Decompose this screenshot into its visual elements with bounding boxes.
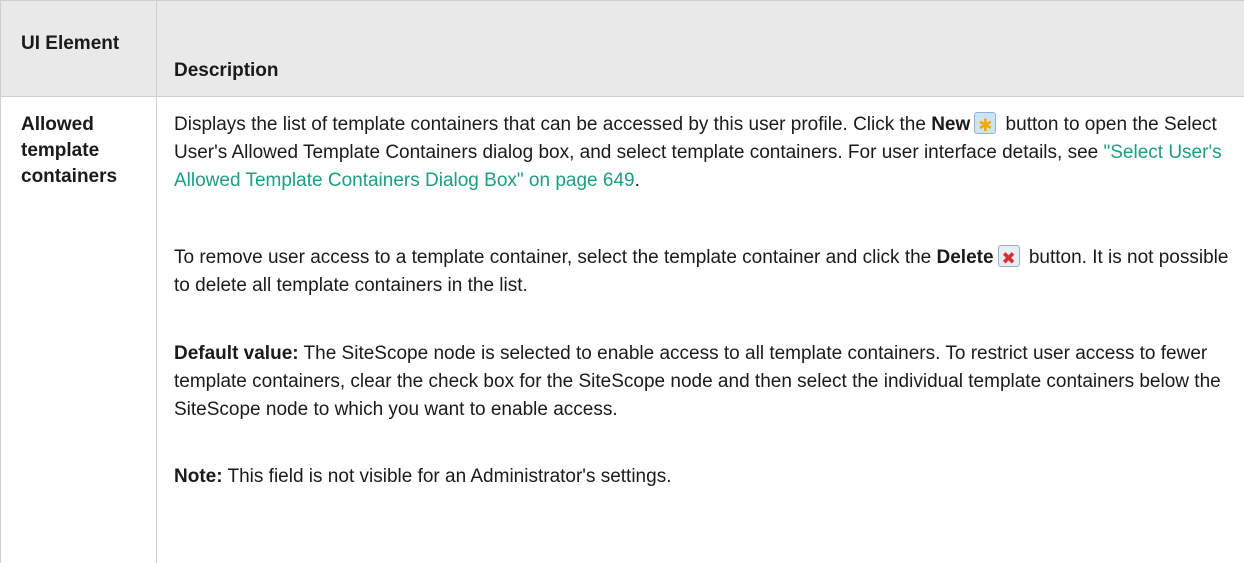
description-paragraph-remove: To remove user access to a template cont…	[174, 244, 1229, 300]
header-ui-element: UI Element	[21, 33, 120, 54]
description-paragraph-default: Default value: The SiteScope node is sel…	[174, 340, 1229, 424]
table-header: UI Element Description	[0, 0, 1244, 97]
new-button-label: New	[931, 114, 971, 135]
note-label: Note:	[174, 466, 223, 487]
row-label-allowed-template-containers: Allowed template containers	[21, 114, 118, 187]
table-border-left	[0, 0, 1, 563]
p1-text-3: .	[634, 170, 640, 191]
note-text: This field is not visible for an Adminis…	[222, 466, 672, 487]
header-description: Description	[174, 60, 279, 81]
new-star-icon	[974, 112, 997, 140]
delete-x-icon	[997, 245, 1020, 273]
column-divider	[156, 0, 157, 563]
default-value-label: Default value:	[174, 343, 299, 364]
p2-text-1: To remove user access to a template cont…	[174, 247, 937, 268]
default-value-text: The SiteScope node is selected to enable…	[174, 343, 1221, 420]
delete-button-label: Delete	[936, 247, 994, 268]
ui-element-table: UI Element Description Allowed template …	[0, 0, 1244, 563]
description-paragraph-list: Displays the list of template containers…	[174, 111, 1229, 195]
p1-text-1: Displays the list of template containers…	[174, 114, 932, 135]
description-paragraph-note: Note: This field is not visible for an A…	[174, 463, 1229, 491]
